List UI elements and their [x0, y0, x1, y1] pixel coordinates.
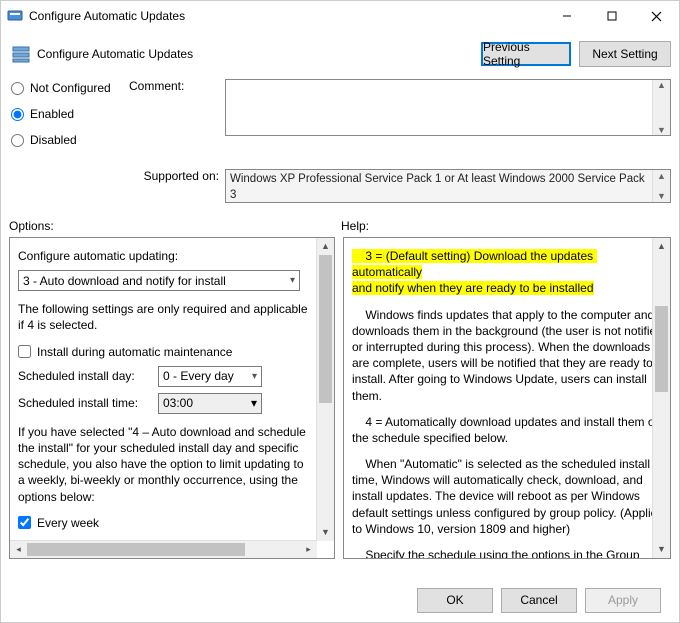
help-p2: 4 = Automatically download updates and i…	[352, 414, 664, 446]
comment-scrollbar[interactable]: ▲▼	[652, 80, 670, 135]
supported-on-text: Windows XP Professional Service Pack 1 o…	[230, 173, 645, 203]
close-button[interactable]	[634, 1, 679, 31]
minimize-button[interactable]	[544, 1, 589, 31]
supported-label: Supported on:	[129, 169, 225, 203]
scheduled-day-value: 0 - Every day	[163, 368, 234, 384]
dialog-footer: OK Cancel Apply	[9, 578, 671, 622]
supported-scrollbar[interactable]: ▲▼	[652, 170, 670, 202]
radio-not-configured[interactable]: Not Configured	[9, 81, 129, 95]
configure-updating-label: Configure automatic updating:	[18, 248, 312, 264]
help-hl-line1: 3 = (Default setting) Download the updat…	[352, 249, 597, 279]
chevron-down-icon: ▾	[252, 370, 257, 384]
radio-enabled-input[interactable]	[11, 108, 24, 121]
gp-editor-window: Configure Automatic Updates	[0, 0, 680, 623]
scheduled-time-select[interactable]: 03:00 ▾	[158, 393, 262, 414]
options-hscroll[interactable]: ◂ ▸	[10, 540, 317, 558]
configure-updating-select[interactable]: 3 - Auto download and notify for install…	[18, 270, 300, 291]
every-week-label: Every week	[37, 515, 99, 531]
comment-label: Comment:	[129, 79, 225, 159]
radio-enabled[interactable]: Enabled	[9, 107, 129, 121]
app-icon	[7, 8, 23, 24]
apply-button[interactable]: Apply	[585, 588, 661, 613]
previous-setting-button[interactable]: Previous Setting	[481, 42, 571, 66]
radio-not-configured-input[interactable]	[11, 82, 24, 95]
options-pane: Configure automatic updating: 3 - Auto d…	[9, 237, 335, 559]
scheduled-day-row: Scheduled install day: 0 - Every day ▾	[18, 366, 312, 387]
options-vscroll[interactable]: ▲ ▼	[316, 238, 334, 541]
help-hl-line2: and notify when they are ready to be ins…	[352, 281, 594, 295]
chevron-down-icon: ▾	[251, 395, 257, 411]
next-setting-button[interactable]: Next Setting	[579, 41, 671, 67]
chevron-down-icon: ▾	[290, 274, 295, 288]
radio-disabled-label: Disabled	[30, 133, 77, 147]
help-p4: Specify the schedule using the options i…	[352, 547, 664, 558]
help-p1: Windows finds updates that apply to the …	[352, 307, 664, 404]
scheduled-day-select[interactable]: 0 - Every day ▾	[158, 366, 262, 387]
help-vscroll[interactable]: ▲ ▼	[652, 238, 670, 558]
panes: Configure automatic updating: 3 - Auto d…	[9, 237, 671, 578]
help-pane: 3 = (Default setting) Download the updat…	[343, 237, 671, 559]
schedule-note: If you have selected "4 – Auto download …	[18, 424, 312, 505]
ok-button[interactable]: OK	[417, 588, 493, 613]
window-title: Configure Automatic Updates	[29, 9, 185, 23]
titlebar: Configure Automatic Updates	[1, 1, 679, 31]
scheduled-time-value: 03:00	[163, 395, 193, 411]
options-label: Options:	[9, 219, 341, 233]
pane-labels: Options: Help:	[9, 219, 671, 233]
radio-not-configured-label: Not Configured	[30, 81, 111, 95]
maximize-button[interactable]	[589, 1, 634, 31]
radio-enabled-label: Enabled	[30, 107, 74, 121]
every-week-input[interactable]	[18, 516, 31, 529]
scheduled-time-row: Scheduled install time: 03:00 ▾	[18, 393, 312, 414]
help-highlight: 3 = (Default setting) Download the updat…	[352, 248, 664, 297]
install-maintenance-input[interactable]	[18, 345, 31, 358]
policy-title: Configure Automatic Updates	[37, 47, 193, 61]
every-week-checkbox[interactable]: Every week	[18, 515, 312, 531]
required-note: The following settings are only required…	[18, 301, 312, 333]
help-content: 3 = (Default setting) Download the updat…	[344, 238, 670, 558]
state-and-comment: Not Configured Enabled Disabled Comment:…	[9, 79, 671, 159]
radio-disabled-input[interactable]	[11, 134, 24, 147]
help-p3: When "Automatic" is selected as the sche…	[352, 456, 664, 537]
options-content: Configure automatic updating: 3 - Auto d…	[10, 238, 334, 540]
comment-textarea[interactable]: ▲▼	[225, 79, 671, 136]
cancel-button[interactable]: Cancel	[501, 588, 577, 613]
supported-row: Supported on: Windows XP Professional Se…	[9, 169, 671, 203]
state-radios: Not Configured Enabled Disabled	[9, 79, 129, 159]
scheduled-day-label: Scheduled install day:	[18, 368, 158, 384]
supported-on-box: Windows XP Professional Service Pack 1 o…	[225, 169, 671, 203]
window-controls	[544, 1, 679, 31]
policy-header: Configure Automatic Updates Previous Set…	[9, 41, 671, 67]
help-label: Help:	[341, 219, 369, 233]
scheduled-time-label: Scheduled install time:	[18, 395, 158, 411]
configure-updating-value: 3 - Auto download and notify for install	[23, 273, 226, 289]
policy-icon	[11, 44, 31, 64]
radio-disabled[interactable]: Disabled	[9, 133, 129, 147]
install-maintenance-label: Install during automatic maintenance	[37, 344, 232, 360]
install-maintenance-checkbox[interactable]: Install during automatic maintenance	[18, 344, 312, 360]
